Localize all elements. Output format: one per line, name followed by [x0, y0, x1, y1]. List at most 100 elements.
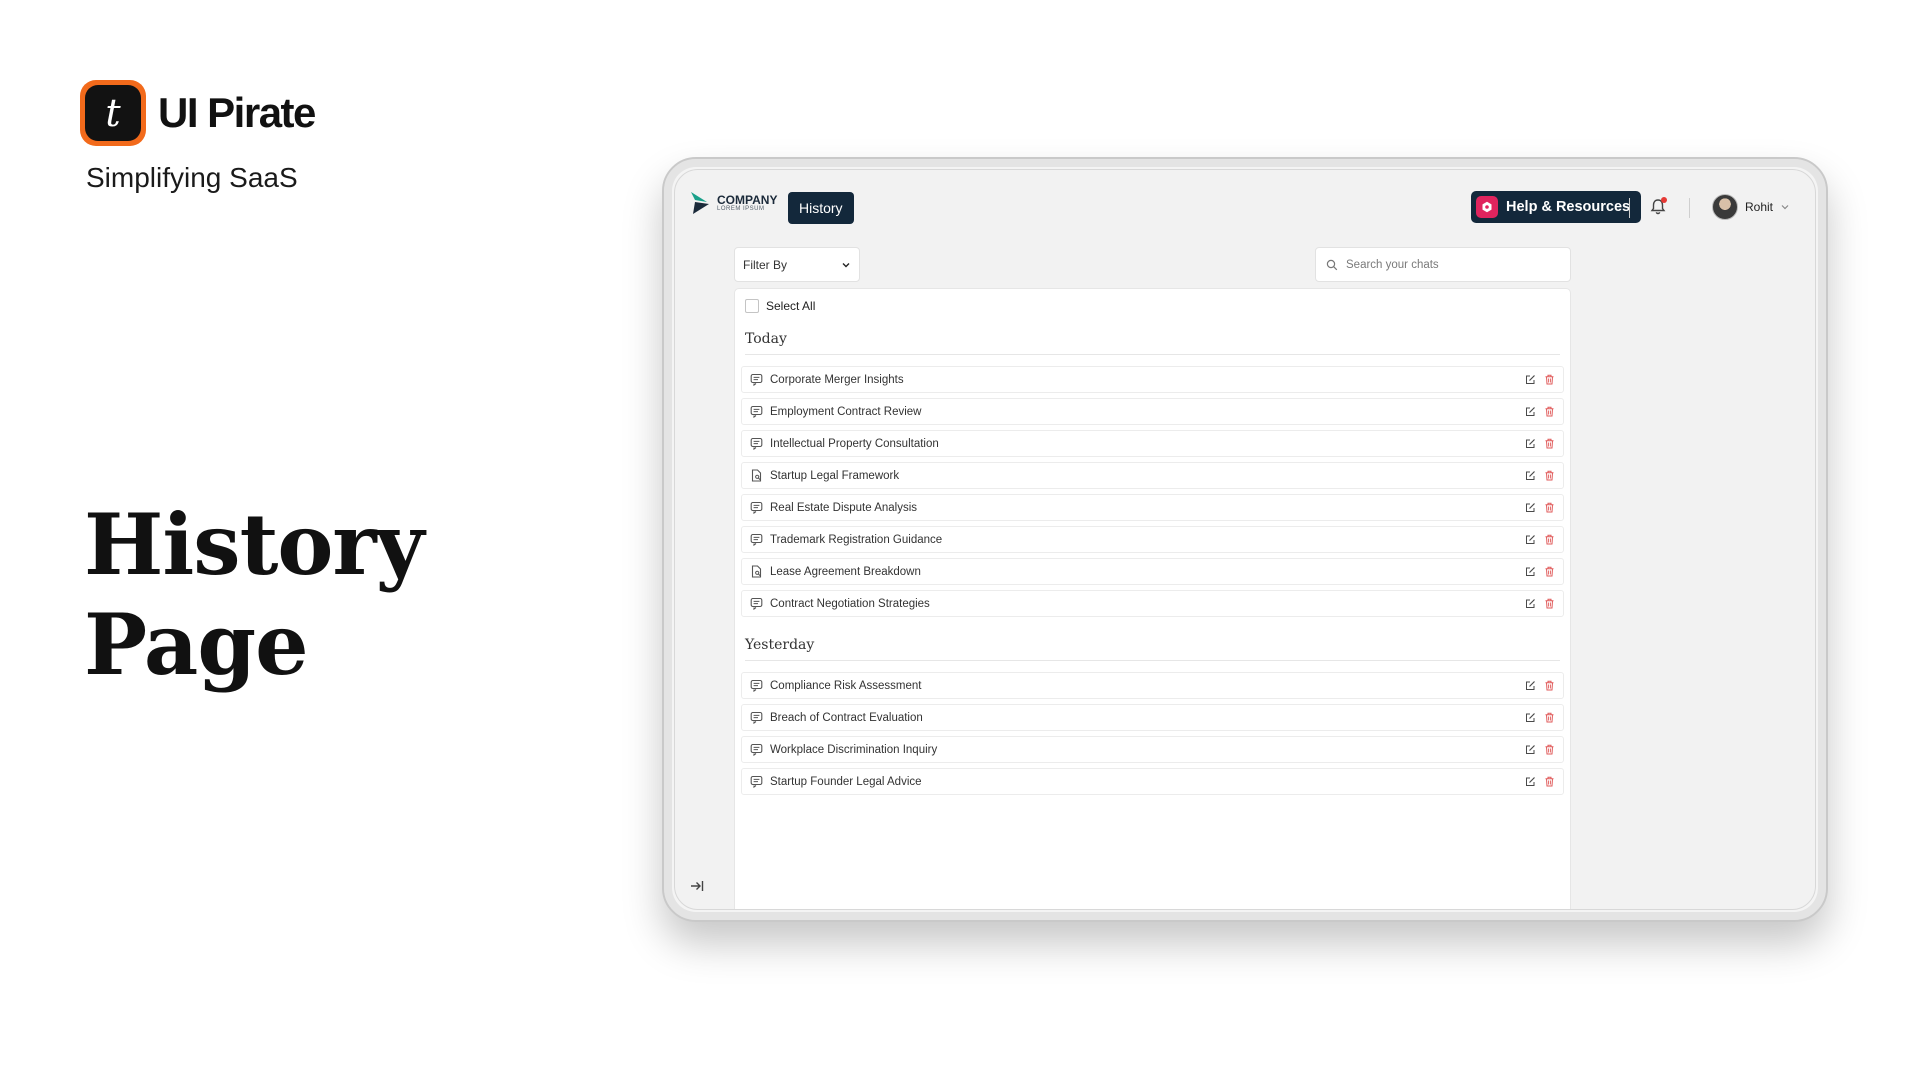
history-row[interactable]: Real Estate Dispute Analysis: [741, 494, 1564, 521]
row-actions: [1525, 534, 1555, 545]
chat-icon: [750, 501, 763, 514]
chevron-down-icon: [842, 262, 850, 267]
chat-icon: [750, 743, 763, 756]
chevron-down-icon: [1781, 205, 1789, 210]
help-resources-label: Help & Resources: [1506, 199, 1631, 215]
history-row-label: Intellectual Property Consultation: [770, 437, 939, 450]
company-logo[interactable]: COMPANY LOREM IPSUM: [689, 190, 777, 216]
brand-header: t UI Pirate Simplifying SaaS: [80, 80, 316, 194]
history-row[interactable]: Lease Agreement Breakdown: [741, 558, 1564, 585]
edit-icon[interactable]: [1525, 470, 1536, 481]
delete-icon[interactable]: [1544, 502, 1555, 513]
edit-icon[interactable]: [1525, 744, 1536, 755]
edit-icon[interactable]: [1525, 566, 1536, 577]
delete-icon[interactable]: [1544, 374, 1555, 385]
brand-logo-glyph: t: [85, 85, 141, 141]
delete-icon[interactable]: [1544, 470, 1555, 481]
select-all-label: Select All: [766, 299, 816, 313]
filter-label: Filter By: [743, 257, 788, 272]
delete-icon[interactable]: [1544, 406, 1555, 417]
history-row-label: Startup Legal Framework: [770, 469, 900, 482]
row-actions: [1525, 438, 1555, 449]
delete-icon[interactable]: [1544, 438, 1555, 449]
history-row[interactable]: Compliance Risk Assessment: [741, 672, 1564, 699]
select-all[interactable]: Select All: [745, 299, 815, 313]
row-actions: [1525, 776, 1555, 787]
history-row[interactable]: Breach of Contract Evaluation: [741, 704, 1564, 731]
chat-icon: [750, 597, 763, 610]
nav-history-button[interactable]: History: [788, 192, 854, 224]
company-name: COMPANY: [717, 193, 778, 207]
history-row-label: Trademark Registration Guidance: [770, 533, 943, 546]
device-frame: COMPANY LOREM IPSUM History Help & Resou…: [662, 157, 1828, 922]
history-row[interactable]: Workplace Discrimination Inquiry: [741, 736, 1564, 763]
history-row-label: Breach of Contract Evaluation: [770, 711, 923, 724]
group-title: Yesterday: [745, 637, 815, 653]
delete-icon[interactable]: [1544, 598, 1555, 609]
document-search-icon: [750, 469, 763, 482]
ui-pirate-logo-icon: t: [80, 80, 146, 146]
company-mark-icon: [691, 192, 709, 214]
edit-icon[interactable]: [1525, 776, 1536, 787]
row-actions: [1525, 712, 1555, 723]
history-row-label: Real Estate Dispute Analysis: [770, 501, 918, 514]
history-row[interactable]: Startup Legal Framework: [741, 462, 1564, 489]
search-icon: [1326, 259, 1338, 270]
hero-title: History Page: [84, 495, 424, 695]
divider: [1689, 198, 1690, 218]
edit-icon[interactable]: [1525, 598, 1536, 609]
document-search-icon: [750, 565, 763, 578]
edit-icon[interactable]: [1525, 680, 1536, 691]
history-row[interactable]: Contract Negotiation Strategies: [741, 590, 1564, 617]
row-actions: [1525, 598, 1555, 609]
delete-icon[interactable]: [1544, 534, 1555, 545]
edit-icon[interactable]: [1525, 374, 1536, 385]
history-row[interactable]: Intellectual Property Consultation: [741, 430, 1564, 457]
delete-icon[interactable]: [1544, 744, 1555, 755]
top-bar: COMPANY LOREM IPSUM History Help & Resou…: [675, 170, 1815, 236]
row-actions: [1525, 744, 1555, 755]
row-actions: [1525, 470, 1555, 481]
select-all-checkbox[interactable]: [745, 299, 759, 313]
edit-icon[interactable]: [1525, 438, 1536, 449]
edit-icon[interactable]: [1525, 712, 1536, 723]
search-input[interactable]: [1346, 258, 1546, 271]
edit-icon[interactable]: [1525, 502, 1536, 513]
delete-icon[interactable]: [1544, 566, 1555, 577]
edit-icon[interactable]: [1525, 534, 1536, 545]
history-list-card: Select All Today Corporate Merger Insight…: [734, 288, 1571, 909]
user-menu[interactable]: Rohit: [1712, 194, 1790, 220]
hero-title-line-2: Page: [84, 595, 309, 694]
history-row-label: Employment Contract Review: [770, 405, 922, 418]
collapse-sidebar-icon[interactable]: [689, 878, 705, 894]
chat-icon: [750, 405, 763, 418]
history-row[interactable]: Startup Founder Legal Advice: [741, 768, 1564, 795]
row-actions: [1525, 680, 1555, 691]
filter-dropdown[interactable]: Filter By: [734, 247, 860, 282]
history-row[interactable]: Trademark Registration Guidance: [741, 526, 1564, 553]
brand-tagline: Simplifying SaaS: [86, 162, 298, 193]
history-row-label: Lease Agreement Breakdown: [770, 565, 921, 578]
delete-icon[interactable]: [1544, 712, 1555, 723]
row-actions: [1525, 502, 1555, 513]
group-divider: [745, 354, 1560, 355]
history-row[interactable]: Employment Contract Review: [741, 398, 1564, 425]
bell-icon[interactable]: [1648, 197, 1668, 217]
row-actions: [1525, 406, 1555, 417]
divider: [1629, 198, 1630, 218]
chat-icon: [750, 437, 763, 450]
history-row[interactable]: Corporate Merger Insights: [741, 366, 1564, 393]
notification-dot: [1661, 197, 1667, 203]
group-divider: [745, 660, 1560, 661]
search-box[interactable]: [1315, 247, 1571, 282]
help-hexagon-icon: [1476, 196, 1498, 218]
app-screen: COMPANY LOREM IPSUM History Help & Resou…: [674, 169, 1816, 910]
group-title: Today: [745, 331, 787, 347]
help-resources-button[interactable]: Help & Resources: [1471, 191, 1642, 223]
delete-icon[interactable]: [1544, 680, 1555, 691]
chat-icon: [750, 775, 763, 788]
delete-icon[interactable]: [1544, 776, 1555, 787]
edit-icon[interactable]: [1525, 406, 1536, 417]
history-row-label: Workplace Discrimination Inquiry: [770, 743, 938, 756]
history-row-label: Startup Founder Legal Advice: [770, 775, 922, 788]
